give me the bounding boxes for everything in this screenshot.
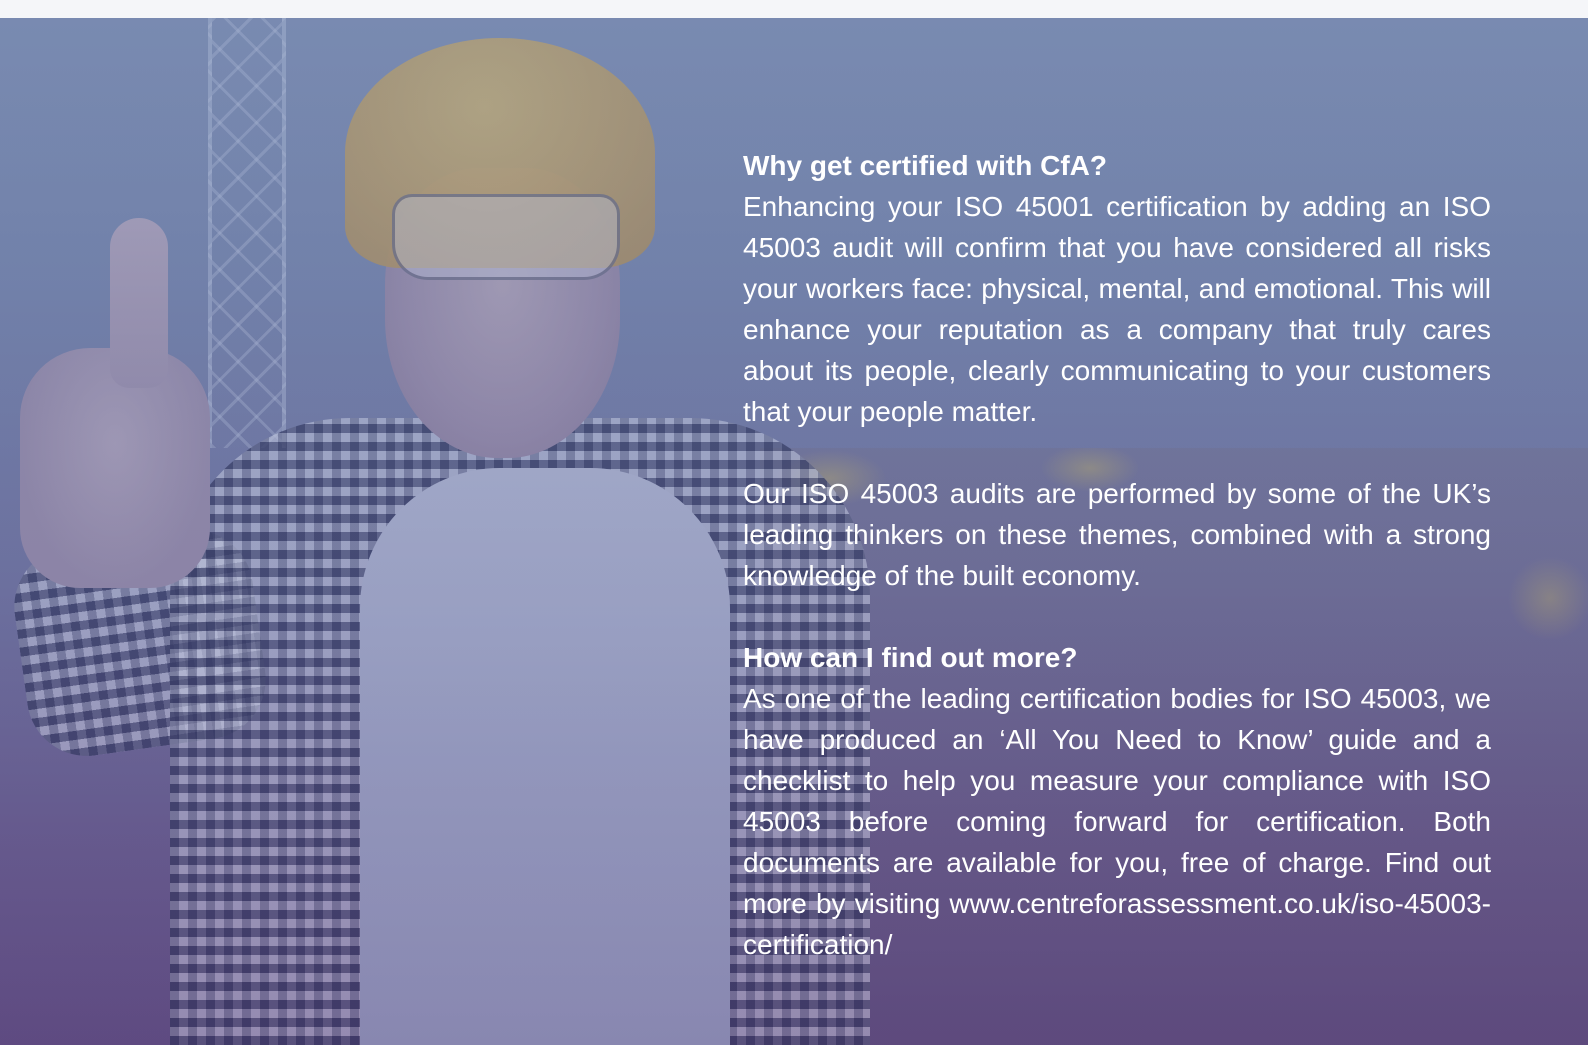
find-out-more-body: As one of the leading certification bodi…	[743, 683, 1491, 960]
why-certified-body: Enhancing your ISO 45001 certification b…	[743, 191, 1491, 427]
find-out-more-heading: How can I find out more?	[743, 642, 1078, 673]
why-certified-heading: Why get certified with CfA?	[743, 150, 1107, 181]
audits-body: Our ISO 45003 audits are performed by so…	[743, 478, 1491, 591]
top-strip	[0, 0, 1588, 18]
text-content: Why get certified with CfA? Enhancing yo…	[743, 145, 1491, 965]
